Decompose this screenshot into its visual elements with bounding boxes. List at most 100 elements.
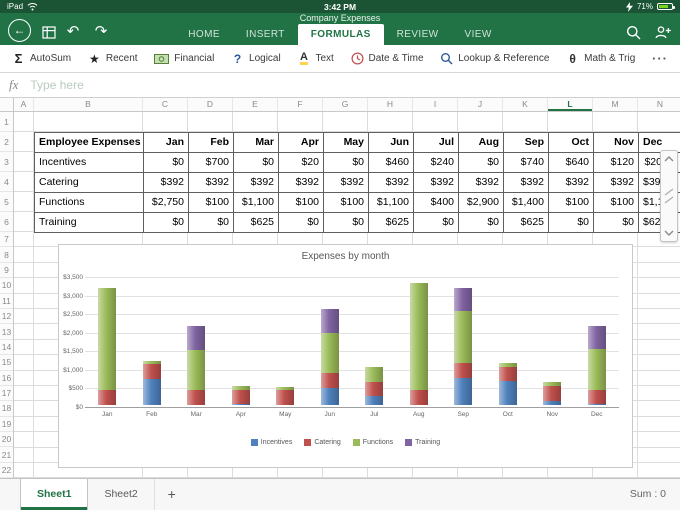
select-all-corner[interactable] xyxy=(0,98,14,111)
table-cell[interactable]: $392 xyxy=(369,173,414,193)
table-cell[interactable]: $460 xyxy=(369,153,414,173)
table-header-title[interactable]: Employee Expenses xyxy=(35,133,144,153)
chart-bar-nov[interactable] xyxy=(543,382,561,405)
table-cell[interactable]: $640 xyxy=(549,153,594,173)
column-header-I[interactable]: I xyxy=(413,98,458,111)
add-sheet-button[interactable]: + xyxy=(155,479,189,510)
column-header-H[interactable]: H xyxy=(368,98,413,111)
column-header-A[interactable]: A xyxy=(14,98,34,111)
chart-bar-jul[interactable] xyxy=(365,367,383,405)
table-cell[interactable]: $2,900 xyxy=(459,193,504,213)
column-header-N[interactable]: N xyxy=(638,98,680,111)
row-header-22[interactable]: 22 xyxy=(0,463,13,478)
table-cell[interactable]: $0 xyxy=(414,213,459,233)
sheet-tab-sheet2[interactable]: Sheet2 xyxy=(88,479,154,510)
table-cell[interactable]: $400 xyxy=(414,193,459,213)
table-cell[interactable]: $392 xyxy=(504,173,549,193)
row-header-20[interactable]: 20 xyxy=(0,432,13,447)
table-cell[interactable]: $0 xyxy=(144,213,189,233)
row-header-6[interactable]: 6 xyxy=(0,212,13,232)
table-cell[interactable]: $392 xyxy=(594,173,639,193)
table-cell[interactable]: $392 xyxy=(279,173,324,193)
chart-bar-feb[interactable] xyxy=(143,361,161,405)
column-header-G[interactable]: G xyxy=(323,98,368,111)
row-header-21[interactable]: 21 xyxy=(0,447,13,462)
chart-bar-jan[interactable] xyxy=(98,288,116,405)
add-contact-button[interactable] xyxy=(654,23,672,41)
chart-bar-oct[interactable] xyxy=(499,363,517,405)
column-header-L[interactable]: L xyxy=(548,98,593,111)
row-header-14[interactable]: 14 xyxy=(0,340,13,355)
ribbon-recent[interactable]: ★Recent xyxy=(88,52,138,66)
sheet-tab-sheet1[interactable]: Sheet1 xyxy=(20,479,88,510)
table-cell[interactable]: $392 xyxy=(144,173,189,193)
table-cell[interactable]: $392 xyxy=(414,173,459,193)
ribbon-logical[interactable]: ?Logical xyxy=(231,52,281,66)
table-header-month[interactable]: Aug xyxy=(459,133,504,153)
table-cell[interactable]: $392 xyxy=(459,173,504,193)
table-row-label[interactable]: Catering xyxy=(35,173,144,193)
table-cell[interactable]: $100 xyxy=(279,193,324,213)
table-header-month[interactable]: Jan xyxy=(144,133,189,153)
table-cell[interactable]: $740 xyxy=(504,153,549,173)
table-header-month[interactable]: Feb xyxy=(189,133,234,153)
column-header-B[interactable]: B xyxy=(34,98,143,111)
table-cell[interactable]: $0 xyxy=(144,153,189,173)
row-header-10[interactable]: 10 xyxy=(0,278,13,293)
row-header-1[interactable]: 1 xyxy=(0,112,13,132)
table-cell[interactable]: $0 xyxy=(234,153,279,173)
back-button[interactable]: ← xyxy=(8,19,31,42)
table-cell[interactable]: $0 xyxy=(324,213,369,233)
ribbon-autosum[interactable]: ΣAutoSum xyxy=(12,51,71,66)
table-cell[interactable]: $0 xyxy=(279,213,324,233)
row-header-11[interactable]: 11 xyxy=(0,294,13,309)
chart[interactable]: Expenses by month IncentivesCateringFunc… xyxy=(58,244,633,468)
table-cell[interactable]: $100 xyxy=(324,193,369,213)
row-header-17[interactable]: 17 xyxy=(0,386,13,401)
column-header-J[interactable]: J xyxy=(458,98,503,111)
table-header-month[interactable]: Apr xyxy=(279,133,324,153)
row-header-9[interactable]: 9 xyxy=(0,263,13,278)
table-cell[interactable]: $0 xyxy=(459,153,504,173)
row-header-12[interactable]: 12 xyxy=(0,309,13,324)
search-button[interactable] xyxy=(624,23,642,41)
formula-input[interactable] xyxy=(30,78,671,92)
table-cell[interactable]: $100 xyxy=(189,193,234,213)
table-header-month[interactable]: Oct xyxy=(549,133,594,153)
row-header-3[interactable]: 3 xyxy=(0,152,13,172)
undo-button[interactable]: ↶ xyxy=(64,23,82,41)
scroll-down-icon[interactable] xyxy=(664,230,674,236)
table-cell[interactable]: $625 xyxy=(504,213,549,233)
row-header-13[interactable]: 13 xyxy=(0,324,13,339)
row-header-19[interactable]: 19 xyxy=(0,417,13,432)
row-header-18[interactable]: 18 xyxy=(0,401,13,416)
tab-home[interactable]: HOME xyxy=(175,24,233,45)
tab-review[interactable]: REVIEW xyxy=(384,24,452,45)
table-cell[interactable]: $0 xyxy=(189,213,234,233)
ribbon-lookup-reference[interactable]: Lookup & Reference xyxy=(440,52,549,65)
table-cell[interactable]: $2,750 xyxy=(144,193,189,213)
column-header-K[interactable]: K xyxy=(503,98,548,111)
table-cell[interactable]: $0 xyxy=(324,153,369,173)
table-row-label[interactable]: Training xyxy=(35,213,144,233)
row-header-4[interactable]: 4 xyxy=(0,172,13,192)
tab-view[interactable]: VIEW xyxy=(452,24,505,45)
tab-formulas[interactable]: FORMULAS xyxy=(298,24,384,45)
column-header-D[interactable]: D xyxy=(188,98,233,111)
table-header-month[interactable]: Jul xyxy=(414,133,459,153)
chart-bar-may[interactable] xyxy=(276,387,294,405)
table-cell[interactable]: $392 xyxy=(549,173,594,193)
row-header-7[interactable]: 7 xyxy=(0,232,13,247)
column-header-M[interactable]: M xyxy=(593,98,638,111)
table-cell[interactable]: $625 xyxy=(369,213,414,233)
table-cell[interactable]: $0 xyxy=(459,213,504,233)
scroll-grip[interactable] xyxy=(664,188,674,204)
table-cell[interactable]: $100 xyxy=(549,193,594,213)
table-cell[interactable]: $625 xyxy=(234,213,279,233)
table-cell[interactable]: $1,400 xyxy=(504,193,549,213)
apps-button[interactable] xyxy=(40,23,58,41)
table-row-label[interactable]: Incentives xyxy=(35,153,144,173)
ribbon-date-time[interactable]: Date & Time xyxy=(351,52,424,65)
vertical-scrollbar[interactable] xyxy=(660,150,678,242)
ribbon-math-trig[interactable]: θMath & Trig xyxy=(566,52,635,66)
